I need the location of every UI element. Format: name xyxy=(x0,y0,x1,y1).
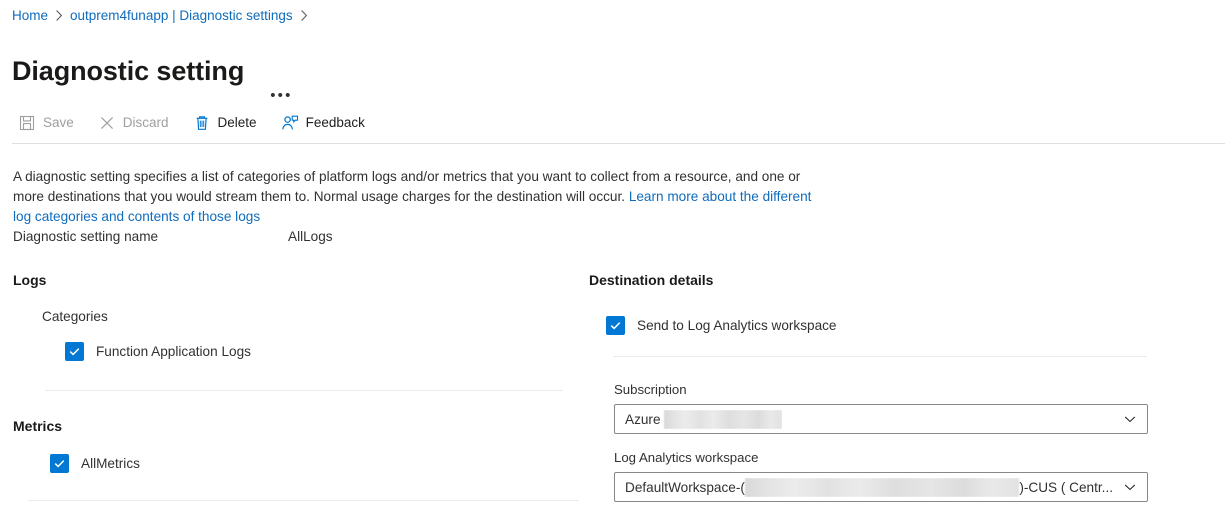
checkbox-label: Send to Log Analytics workspace xyxy=(637,317,837,333)
command-bar: Save Discard Delete Feedback xyxy=(0,104,1229,141)
save-icon xyxy=(18,114,36,132)
discard-label: Discard xyxy=(122,115,169,130)
feedback-label: Feedback xyxy=(305,115,365,130)
destination-details-column: Destination details Send to Log Analytic… xyxy=(589,270,1149,502)
checkbox-send-to-log-analytics-workspace[interactable]: Send to Log Analytics workspace xyxy=(606,316,1149,335)
chevron-down-icon xyxy=(1123,412,1137,426)
breadcrumb-home[interactable]: Home xyxy=(12,6,48,26)
log-analytics-workspace-field: Log Analytics workspace DefaultWorkspace… xyxy=(614,449,1149,502)
save-label: Save xyxy=(43,115,74,130)
chevron-down-icon xyxy=(1123,480,1137,494)
diagnostic-setting-name-row: Diagnostic setting name AllLogs xyxy=(13,229,333,244)
log-analytics-workspace-value: DefaultWorkspace-( )-CUS ( Centr... xyxy=(625,477,1113,497)
metrics-heading: Metrics xyxy=(13,418,63,434)
breadcrumb-chevron-icon xyxy=(55,10,63,22)
feedback-button[interactable]: Feedback xyxy=(279,107,375,139)
save-button[interactable]: Save xyxy=(16,107,84,139)
workspace-value-suffix: )-CUS ( Centr... xyxy=(1019,479,1113,495)
description-text: A diagnostic setting specifies a list of… xyxy=(13,167,813,227)
breadcrumb-resource[interactable]: outprem4funapp | Diagnostic settings xyxy=(70,6,293,26)
diagnostic-setting-name-value[interactable]: AllLogs xyxy=(288,229,333,244)
subscription-field: Subscription Azure xyxy=(614,381,1149,434)
more-options-icon[interactable]: ••• xyxy=(270,88,292,103)
breadcrumb: Home outprem4funapp | Diagnostic setting… xyxy=(12,6,315,26)
logs-metrics-column: Logs Categories Function Application Log… xyxy=(13,270,579,501)
categories-label: Categories xyxy=(42,309,108,324)
close-icon xyxy=(98,114,116,132)
logs-heading: Logs xyxy=(13,272,47,288)
breadcrumb-chevron-icon-2 xyxy=(300,10,308,22)
destination-divider xyxy=(613,356,1147,357)
page-title-row: Diagnostic setting ••• xyxy=(12,36,293,106)
checkbox-function-application-logs[interactable]: Function Application Logs xyxy=(65,342,579,361)
page-title: Diagnostic setting xyxy=(12,56,245,87)
checkbox-label: AllMetrics xyxy=(81,455,140,471)
delete-label: Delete xyxy=(217,115,257,130)
checkbox-checked-icon xyxy=(50,454,69,473)
diagnostic-setting-page: Home outprem4funapp | Diagnostic setting… xyxy=(0,0,1229,511)
redacted-block xyxy=(744,477,1020,497)
checkbox-label: Function Application Logs xyxy=(96,343,251,359)
workspace-value-prefix: DefaultWorkspace-( xyxy=(625,479,745,495)
command-bar-divider xyxy=(12,143,1225,144)
checkbox-allmetrics[interactable]: AllMetrics xyxy=(50,454,579,473)
subscription-value-text: Azure xyxy=(625,411,661,427)
trash-icon xyxy=(193,114,211,132)
subscription-value: Azure xyxy=(625,409,782,429)
checkbox-checked-icon xyxy=(65,342,84,361)
delete-button[interactable]: Delete xyxy=(191,107,267,139)
subscription-dropdown[interactable]: Azure xyxy=(614,404,1148,434)
logs-divider xyxy=(45,390,563,391)
metrics-divider xyxy=(28,500,579,501)
log-analytics-workspace-dropdown[interactable]: DefaultWorkspace-( )-CUS ( Centr... xyxy=(614,472,1148,502)
checkbox-checked-icon xyxy=(606,316,625,335)
diagnostic-setting-name-label: Diagnostic setting name xyxy=(13,229,159,244)
log-analytics-workspace-label: Log Analytics workspace xyxy=(614,450,759,465)
subscription-label: Subscription xyxy=(614,382,687,397)
redacted-block xyxy=(663,409,782,429)
destination-details-heading: Destination details xyxy=(589,272,714,288)
feedback-person-icon xyxy=(281,114,299,132)
discard-button[interactable]: Discard xyxy=(96,107,179,139)
